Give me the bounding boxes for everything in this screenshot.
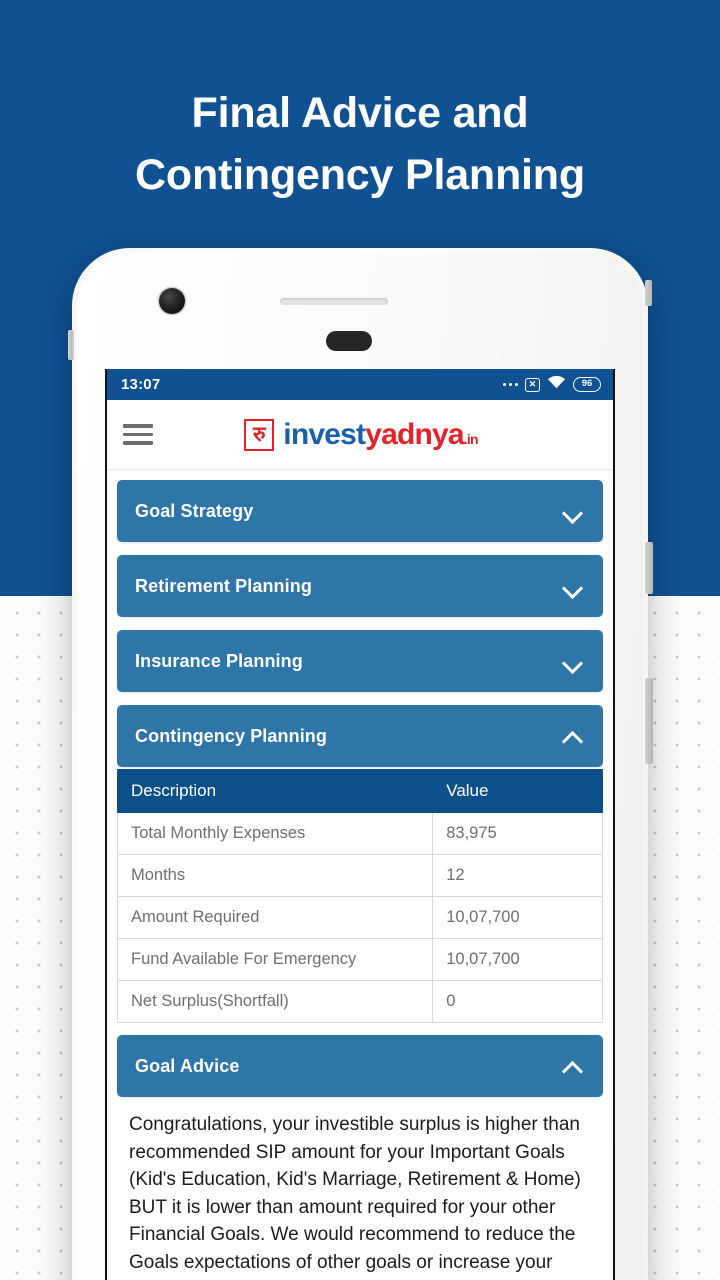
table-cell-value: 10,07,700 [432,938,603,981]
rupee-logo-icon: रु [244,418,275,451]
table-row: Net Surplus(Shortfall) 0 [116,980,603,1023]
table-header-row: Description Value [116,769,603,813]
status-bar-time: 13:07 [121,376,161,393]
phone-device-mockup: 13:07 ✕ 96 रु investyadnya.in Goal Strat… [68,248,653,1280]
table-cell-description: Net Surplus(Shortfall) [116,980,434,1023]
table-row: Total Monthly Expenses 83,975 [116,812,603,855]
table-row: Fund Available For Emergency 10,07,700 [116,938,603,981]
screenshot-root: Final Advice and Contingency Planning 13… [0,0,720,1280]
contingency-planning-table: Description Value Total Monthly Expenses… [116,769,603,1023]
battery-icon: 96 [573,377,601,392]
goal-advice-text: Congratulations, your investible surplus… [129,1114,581,1280]
hamburger-menu-icon[interactable] [123,424,153,445]
table-header-description: Description [116,769,434,813]
accordion-contingency-planning[interactable]: Contingency Planning [117,705,603,767]
accordion-insurance-planning[interactable]: Insurance Planning [117,630,603,692]
chevron-up-icon[interactable] [563,730,583,743]
app-content-scroll[interactable]: Goal Strategy Retirement Planning Insura… [107,470,613,1280]
table-cell-description: Months [116,854,434,897]
table-cell-value: 10,07,700 [432,896,603,939]
table-cell-description: Fund Available For Emergency [116,938,434,981]
investyadnya-logo[interactable]: रु investyadnya.in [153,417,569,451]
app-header: रु investyadnya.in [107,400,613,470]
table-cell-description: Total Monthly Expenses [116,812,434,855]
accordion-retirement-planning[interactable]: Retirement Planning [117,555,603,617]
logo-wordmark: investyadnya.in [283,417,479,451]
accordion-label: Insurance Planning [135,650,303,671]
x-box-icon: ✕ [525,377,540,392]
more-dots-icon [502,382,518,387]
accordion-label: Contingency Planning [135,725,328,746]
status-bar-icons: ✕ 96 [502,375,601,394]
status-bar: 13:07 ✕ 96 [107,369,613,400]
accordion-goal-strategy[interactable]: Goal Strategy [117,480,603,542]
table-cell-value: 12 [432,854,603,897]
earpiece-speaker [280,298,388,305]
table-row: Months 12 [116,854,603,897]
accordion-label: Goal Strategy [135,500,254,521]
phone-power-button[interactable] [645,542,653,594]
page-title-line-2: Contingency Planning [135,151,585,199]
sensor-pill [326,331,372,351]
chevron-down-icon[interactable] [563,655,583,668]
phone-right-top-button[interactable] [645,280,652,306]
phone-left-side-button[interactable] [68,330,74,360]
table-header-value: Value [432,769,603,813]
accordion-goal-advice[interactable]: Goal Advice [117,1035,603,1097]
phone-volume-button[interactable] [645,678,653,764]
chevron-down-icon[interactable] [563,505,583,518]
logo-text-yadnya: yadnya [365,417,464,451]
table-cell-value: 0 [432,980,603,1023]
phone-screen: 13:07 ✕ 96 रु investyadnya.in Goal Strat… [105,369,615,1280]
logo-text-domain: .in [463,430,479,447]
accordion-label: Goal Advice [135,1055,240,1076]
page-title: Final Advice and Contingency Planning [0,82,720,206]
chevron-up-icon[interactable] [563,1060,583,1073]
chevron-down-icon[interactable] [563,580,583,593]
table-cell-value: 83,975 [432,812,603,855]
front-camera-icon [159,288,185,314]
page-title-line-1: Final Advice and [191,89,529,137]
wifi-icon [547,375,566,394]
table-row: Amount Required 10,07,700 [116,896,603,939]
logo-text-invest: invest [283,417,366,451]
table-cell-description: Amount Required [116,896,434,939]
accordion-label: Retirement Planning [135,575,312,596]
